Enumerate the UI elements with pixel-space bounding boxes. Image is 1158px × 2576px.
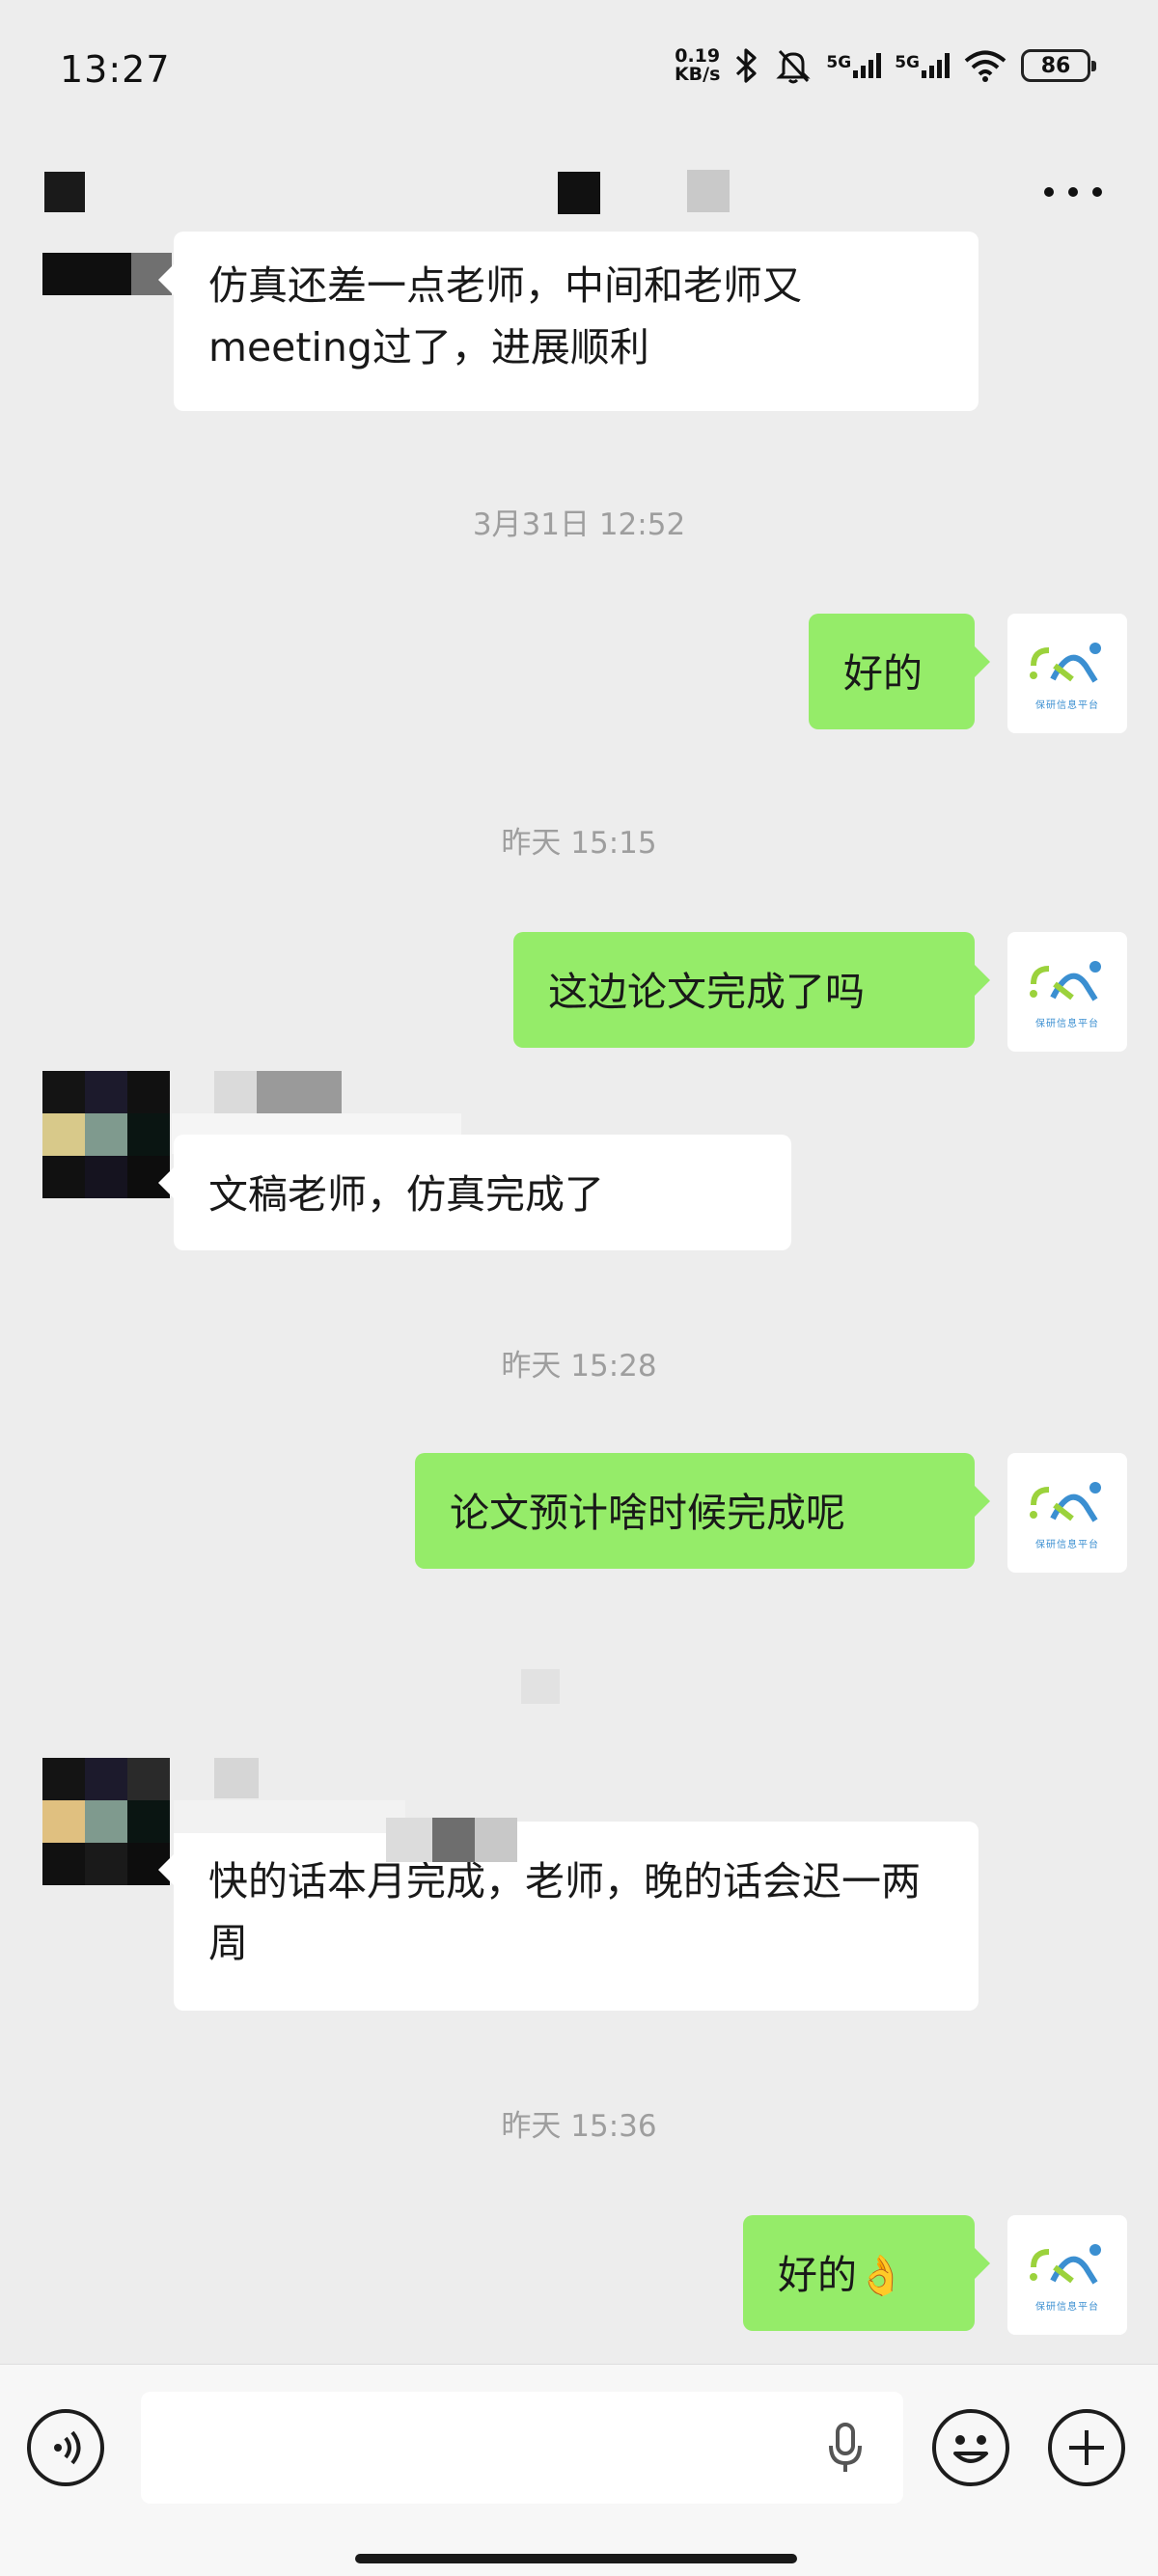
emoji-button[interactable]	[932, 2409, 1009, 2486]
logo-icon	[1030, 960, 1101, 1001]
message-text: 文稿老师，仿真完成了	[208, 1171, 604, 1218]
message-bubble-outgoing[interactable]: 好的	[809, 614, 990, 729]
add-icon	[1069, 2430, 1104, 2465]
contact-avatar[interactable]	[42, 1071, 170, 1198]
sender-name-redaction	[386, 1818, 432, 1862]
message-input[interactable]	[141, 2392, 903, 2504]
logo-text: 保研信息平台	[1035, 2301, 1099, 2313]
add-button[interactable]	[1048, 2409, 1125, 2486]
sender-name-redaction	[257, 1071, 342, 1113]
signal-sim1-icon: 5G	[826, 53, 882, 78]
mic-icon[interactable]	[826, 2421, 865, 2475]
sim2-label: 5G	[895, 53, 920, 72]
logo-text: 保研信息平台	[1035, 1018, 1099, 1029]
self-avatar[interactable]: 保研信息平台	[1007, 614, 1127, 733]
network-speed-unit: KB/s	[674, 64, 721, 85]
logo-icon	[1030, 642, 1101, 683]
battery-level: 86	[1040, 53, 1071, 78]
status-icons: 0.19 KB/s 5G 5G 86	[675, 42, 1096, 89]
self-avatar[interactable]: 保研信息平台	[1007, 932, 1127, 1052]
input-bar	[0, 2364, 1158, 2576]
chat-title-redacted-secondary	[687, 170, 730, 212]
self-avatar[interactable]: 保研信息平台	[1007, 1453, 1127, 1573]
message-text: 这边论文完成了吗	[548, 969, 865, 1015]
sender-name-redaction	[214, 1071, 257, 1113]
signal-sim2-icon: 5G	[895, 53, 950, 78]
message-timestamp: 3月31日 12:52	[472, 507, 686, 542]
sender-name-redaction	[475, 1818, 517, 1862]
message-text: 仿真还差一点老师，中间和老师又meeting过了，进展顺利	[208, 262, 802, 370]
back-button[interactable]	[44, 172, 85, 212]
message-text: 好的	[778, 2252, 857, 2298]
sender-name-redaction	[432, 1818, 475, 1862]
logo-icon	[1030, 1481, 1101, 1522]
message-timestamp: 昨天 15:36	[501, 2109, 657, 2144]
timestamp-redaction	[521, 1669, 560, 1704]
logo-text: 保研信息平台	[1035, 1539, 1099, 1550]
sender-name-redaction	[42, 253, 131, 295]
message-timestamp: 昨天 15:15	[501, 826, 657, 861]
message-bubble-incoming[interactable]: 仿真还差一点老师，中间和老师又meeting过了，进展顺利	[158, 232, 979, 411]
chat-title-redacted	[558, 172, 600, 214]
chat-header	[0, 154, 1158, 232]
message-bubble-outgoing[interactable]: 论文预计啥时候完成呢	[415, 1453, 990, 1569]
message-timestamp: 昨天 15:28	[501, 1349, 657, 1384]
sender-name-redaction	[214, 1758, 259, 1798]
message-text: 好的	[843, 650, 923, 697]
logo-icon	[1030, 2243, 1101, 2285]
message-text: 快的话本月完成，老师，晚的话会迟一两周	[208, 1858, 921, 1966]
logo-text: 保研信息平台	[1035, 699, 1099, 711]
sender-name-redaction	[174, 1800, 405, 1833]
self-avatar[interactable]: 保研信息平台	[1007, 2215, 1127, 2335]
message-bubble-incoming[interactable]: 文稿老师，仿真完成了	[158, 1135, 791, 1250]
more-icon[interactable]	[1044, 178, 1102, 206]
home-indicator[interactable]	[355, 2554, 797, 2563]
message-bubble-outgoing[interactable]: 好的👌	[743, 2215, 990, 2331]
network-speed: 0.19 KB/s	[675, 47, 720, 84]
message-bubble-outgoing[interactable]: 这边论文完成了吗	[513, 932, 990, 1048]
emoji-icon	[953, 2435, 988, 2463]
bluetooth-icon	[736, 48, 758, 83]
sim1-label: 5G	[826, 53, 852, 72]
contact-avatar[interactable]	[42, 1758, 170, 1885]
battery-indicator: 86	[1021, 49, 1096, 82]
ok-hand-emoji: 👌	[857, 2254, 905, 2298]
message-list[interactable]: 仿真还差一点老师，中间和老师又meeting过了，进展顺利 3月31日 12:5…	[0, 232, 1158, 2364]
wifi-icon	[964, 50, 1006, 82]
message-bubble-incoming[interactable]: 快的话本月完成，老师，晚的话会迟一两周	[158, 1822, 979, 2011]
voice-toggle-button[interactable]	[27, 2409, 104, 2486]
voice-icon	[54, 2430, 81, 2465]
message-text: 论文预计啥时候完成呢	[450, 1490, 845, 1536]
mute-bell-icon	[776, 49, 812, 84]
status-time: 13:27	[60, 48, 171, 91]
status-bar: 13:27 0.19 KB/s 5G 5G 86	[0, 0, 1158, 135]
